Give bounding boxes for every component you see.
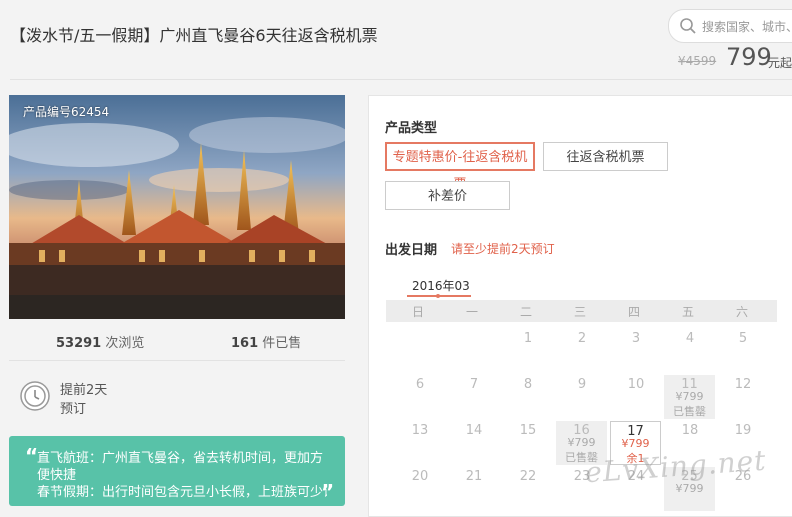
calendar-day: 9 <box>577 377 587 392</box>
weekday-sat: 六 <box>735 305 748 319</box>
calendar-day: 13 <box>411 423 429 438</box>
notice-line-2: 春节假期：出行时间包含元旦小长假，上班族可少请 <box>37 485 327 500</box>
search-input[interactable]: 搜索国家、城市、 <box>702 18 792 35</box>
calendar-day: 10 <box>627 377 645 392</box>
calendar-day: 2 <box>577 331 587 346</box>
header: 【泼水节/五一假期】广州直飞曼谷6天往返含税机票 搜索国家、城市、 ¥4599 … <box>0 0 792 78</box>
calendar-day: 6 <box>415 377 425 392</box>
weekday-sun: 日 <box>411 305 424 319</box>
sold-label: 件已售 <box>262 336 302 351</box>
weekday-mon: 一 <box>465 305 478 319</box>
sold-stat: 161 件已售 <box>231 332 301 351</box>
calendar-day: 5 <box>738 331 748 346</box>
weekday-tue: 二 <box>519 305 532 319</box>
page-title: 【泼水节/五一假期】广州直飞曼谷6天往返含税机票 <box>10 26 378 45</box>
stats-divider <box>9 360 345 361</box>
cell-price: ¥799 <box>675 482 704 495</box>
price-unit: 元起 <box>768 56 792 70</box>
weekday-thu: 四 <box>627 305 640 319</box>
product-type-label: 产品类型 <box>385 121 438 136</box>
cell-price: ¥799 <box>675 390 704 403</box>
month-tab[interactable]: 2016年03 <box>412 277 470 294</box>
calendar-day: 21 <box>465 469 483 484</box>
calendar-day: 12 <box>734 377 752 392</box>
views-count: 53291 <box>56 336 102 351</box>
current-price: 799 <box>726 43 772 71</box>
views-label: 次浏览 <box>105 336 145 351</box>
type-option-supplement[interactable]: 补差价 <box>385 181 510 210</box>
search-box[interactable]: 搜索国家、城市、 <box>668 9 792 43</box>
calendar-day: 4 <box>685 331 695 346</box>
type-option-special[interactable]: 专题特惠价-往返含税机票 <box>385 142 535 192</box>
advance-days: 提前2天 <box>60 383 108 398</box>
calendar-day: 8 <box>523 377 533 392</box>
calendar-cell-soldout[interactable]: 11 ¥799 已售罄 <box>664 375 715 419</box>
calendar-day: 20 <box>411 469 429 484</box>
header-divider <box>10 79 792 80</box>
advance-label: 预订 <box>60 402 87 417</box>
original-price: ¥4599 <box>678 54 717 68</box>
calendar-day: 18 <box>681 423 699 438</box>
weekday-fri: 五 <box>681 305 694 319</box>
feature-notice: “ 直飞航班：广州直飞曼谷，省去转机时间，更加方便快捷 春节假期：出行时间包含元… <box>9 436 345 506</box>
notice-line-1: 直飞航班：广州直飞曼谷，省去转机时间，更加方便快捷 <box>37 451 324 483</box>
advance-booking-info: 提前2天 预订 <box>60 381 107 419</box>
departure-date-label: 出发日期 <box>385 243 438 258</box>
calendar-day: 7 <box>469 377 479 392</box>
sold-count: 161 <box>231 336 259 351</box>
calendar-day: 22 <box>519 469 537 484</box>
cell-price: ¥799 <box>621 437 650 450</box>
calendar-weekday-header: 日 一 二 三 四 五 六 <box>386 300 777 322</box>
date-hint: 请至少提前2天预订 <box>451 242 555 256</box>
clock-icon <box>20 381 50 411</box>
calendar-day: 1 <box>523 331 533 346</box>
calendar-day: 15 <box>519 423 537 438</box>
product-photo <box>9 95 345 319</box>
cell-price: ¥799 <box>567 436 596 449</box>
views-stat: 53291 次浏览 <box>56 332 144 351</box>
calendar-day: 3 <box>631 331 641 346</box>
close-quote-icon: ” <box>321 480 335 504</box>
product-code: 产品编号62454 <box>23 105 110 119</box>
search-icon <box>680 18 696 34</box>
calendar-day: 19 <box>734 423 752 438</box>
weekday-wed: 三 <box>573 305 586 319</box>
temple-photo-image <box>9 95 345 319</box>
calendar-day: 14 <box>465 423 483 438</box>
month-indicator <box>436 294 440 298</box>
type-option-roundtrip[interactable]: 往返含税机票 <box>543 142 668 171</box>
cell-status: 已售罄 <box>673 405 706 418</box>
